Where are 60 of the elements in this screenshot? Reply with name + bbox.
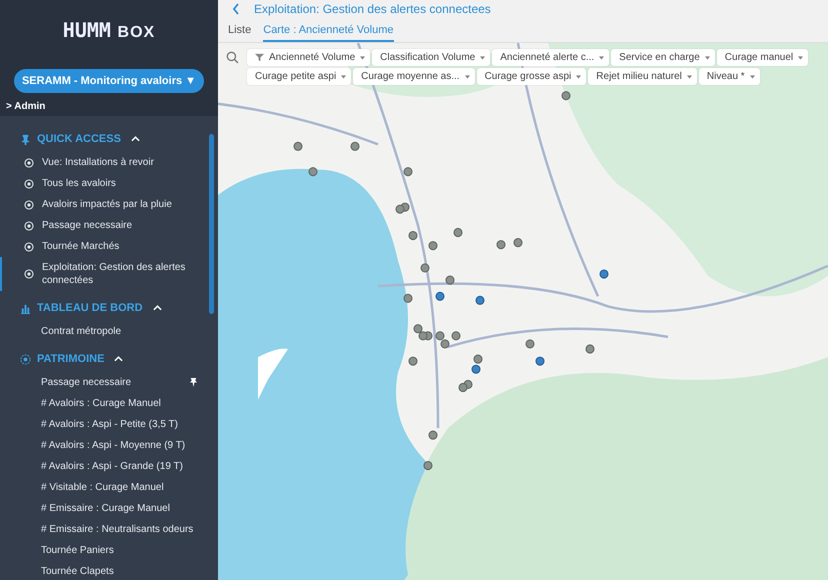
nav-item[interactable]: Passage necessaire (0, 372, 218, 393)
nav-item[interactable]: # Emissaire : Curage Manuel (0, 498, 218, 519)
nav-item[interactable]: Tous les avaloirs (0, 173, 218, 194)
chevron-up-icon[interactable] (152, 305, 162, 311)
filter-dropdown[interactable]: Rejet milieu naturel (588, 68, 697, 85)
radio-icon (24, 158, 34, 168)
chevron-up-icon[interactable] (114, 356, 124, 362)
nav-item[interactable]: # Avaloirs : Aspi - Grande (19 T) (0, 456, 218, 477)
section-header[interactable]: PATRIMOINE (37, 353, 104, 365)
nav-item[interactable]: # Avaloirs : Aspi - Petite (3,5 T) (0, 414, 218, 435)
caret-icon (360, 56, 366, 60)
section-header[interactable]: QUICK ACCESS (37, 133, 121, 145)
filter-dropdown[interactable]: Curage manuel (716, 49, 808, 66)
nav-item[interactable]: # Emissaire : Neutralisants odeurs (0, 519, 218, 540)
app-logo: HUMM BOX (62, 18, 156, 43)
nav-item[interactable]: # Avaloirs : Aspi - Moyenne (9 T) (0, 435, 218, 456)
nav-item[interactable]: Avaloirs impactés par la pluie (0, 194, 218, 215)
caret-icon (750, 74, 755, 78)
target-icon (20, 354, 31, 364)
filter-dropdown[interactable]: Service en charge (611, 49, 715, 66)
radio-icon (24, 269, 34, 279)
caret-icon (464, 74, 470, 78)
radio-icon (24, 178, 34, 188)
chevron-up-icon[interactable] (130, 136, 140, 142)
caret-icon (599, 56, 604, 60)
nav-item[interactable]: Passage necessaire (0, 215, 218, 236)
filter-dropdown[interactable]: Curage petite aspi (247, 68, 352, 85)
filter-dropdown[interactable]: Ancienneté alerte c... (492, 49, 610, 66)
filter-dropdown[interactable]: Curage moyenne as... (353, 68, 475, 85)
nav-item[interactable]: # Avaloirs : Curage Manuel (0, 393, 218, 414)
back-icon[interactable] (232, 3, 240, 15)
view-tab[interactable]: Liste (228, 24, 252, 42)
caret-icon (480, 56, 486, 60)
nav-item[interactable]: Tournée Clapets (0, 561, 218, 580)
caret-icon (341, 74, 346, 78)
page-title: Exploitation: Gestion des alertes connectees (254, 1, 491, 17)
filter-dropdown[interactable]: Niveau * (698, 68, 760, 85)
caret-icon (704, 56, 710, 60)
bar-chart-icon (20, 302, 31, 314)
nav-item[interactable]: Tournée Marchés (0, 236, 218, 257)
section-header[interactable]: TABLEAU DE BORD (37, 302, 143, 314)
filter-icon (255, 53, 264, 62)
filter-dropdown[interactable]: Ancienneté Volume (247, 49, 370, 66)
radio-icon (24, 220, 34, 230)
filter-dropdown[interactable]: Classification Volume (372, 49, 490, 66)
caret-icon (576, 74, 582, 78)
nav-item[interactable]: Vue: Installations à revoir (0, 152, 218, 173)
pin-icon[interactable] (189, 377, 198, 388)
pin-icon (20, 134, 31, 144)
caret-icon (798, 56, 804, 60)
caret-icon (686, 74, 692, 78)
scrollbar[interactable] (209, 134, 214, 314)
admin-link[interactable]: > Admin (6, 101, 46, 112)
nav-item[interactable]: # Visitable : Curage Manuel (0, 477, 218, 498)
radio-icon (24, 242, 34, 252)
search-icon[interactable] (226, 51, 239, 64)
radio-icon (24, 200, 34, 210)
nav-item[interactable]: Contrat métropole (0, 321, 218, 342)
nav-item[interactable]: Tournée Paniers (0, 540, 218, 561)
filter-dropdown[interactable]: Curage grosse aspi (476, 68, 586, 85)
